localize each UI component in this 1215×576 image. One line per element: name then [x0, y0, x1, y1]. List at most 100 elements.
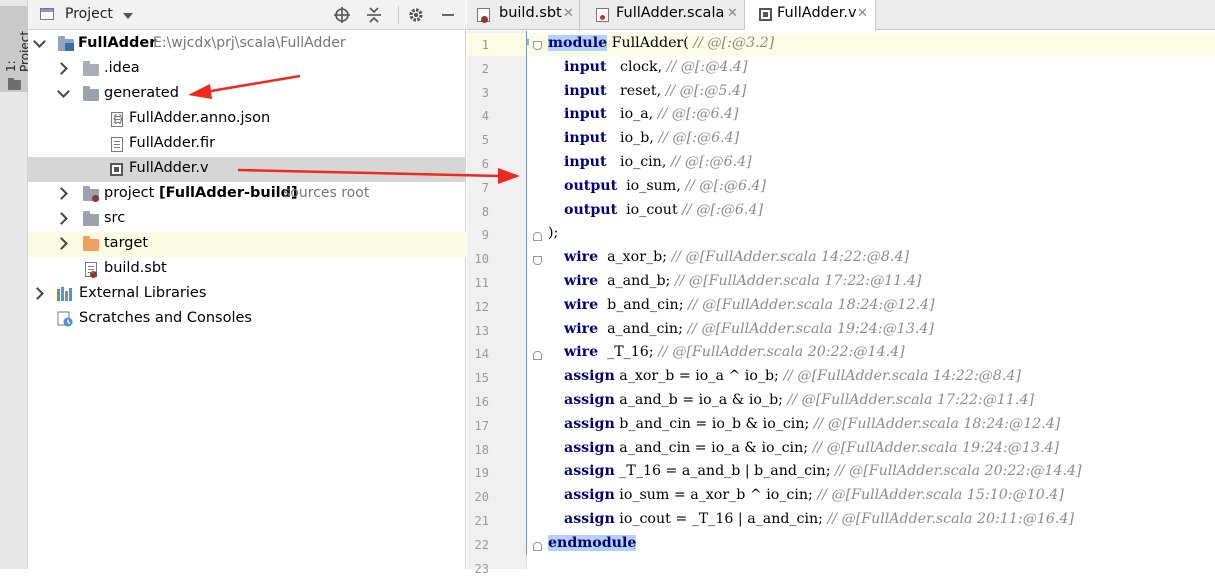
tree-item-external-libraries[interactable]: External Libraries	[28, 282, 466, 307]
code-text: a_and_b = io_a & io_b;	[614, 392, 788, 408]
tree-item-label-module: [FullAdder-build]	[158, 185, 298, 201]
line-number: 12	[474, 299, 489, 314]
code-editor[interactable]: 1 module FullAdder( // @[:@3.2] 2 input clo…	[467, 31, 1215, 576]
tab-fulladder-scala[interactable]: FullAdder.scala ✕	[580, 0, 745, 30]
tree-item-label: FullAdder.anno.json	[129, 110, 271, 126]
libraries-icon	[57, 287, 73, 301]
code-keyword: assign	[564, 511, 615, 527]
toolbar-separator	[398, 6, 399, 24]
code-text: io_cout	[617, 201, 683, 218]
code-keyword: input	[564, 82, 607, 99]
fold-marker-icon[interactable]	[533, 232, 542, 241]
tab-label: FullAdder.v	[777, 5, 857, 21]
tree-item-project[interactable]: project [FullAdder-build] sources root	[28, 182, 466, 207]
tree-item-fulladder-fir[interactable]: FullAdder.fir	[28, 132, 466, 157]
gear-icon[interactable]	[404, 3, 428, 27]
text-file-icon	[111, 137, 123, 152]
code-text: io_b,	[606, 130, 659, 147]
locate-target-icon[interactable]	[330, 3, 354, 27]
sbt-badge-icon	[481, 16, 488, 23]
tool-window-stripe: 1: Project	[0, 0, 32, 569]
fold-marker-icon[interactable]	[533, 41, 542, 50]
tree-item-generated[interactable]: generated	[28, 82, 466, 107]
chevron-down-icon[interactable]	[33, 35, 46, 48]
chevron-down-icon[interactable]	[57, 85, 70, 98]
close-icon[interactable]: ✕	[727, 6, 738, 21]
folder-icon	[83, 61, 99, 76]
project-view-icon	[40, 8, 54, 20]
line-number: 11	[474, 276, 489, 290]
module-folder-icon	[58, 36, 74, 51]
module-path-hint: E:\wjcdx\prj\scala\FullAdder	[153, 35, 346, 51]
code-text: a_and_cin;	[598, 320, 688, 337]
project-tool-window-button[interactable]: 1: Project	[0, 6, 32, 92]
chevron-right-icon[interactable]	[55, 62, 68, 75]
tree-item-idea[interactable]: .idea	[28, 57, 466, 82]
tab-fulladder-v[interactable]: FullAdder.v ✕	[745, 0, 876, 31]
tree-item-src[interactable]: src	[28, 207, 466, 232]
close-icon[interactable]: ✕	[857, 6, 868, 21]
tree-item-scratches-and-consoles[interactable]: Scratches and Consoles	[28, 307, 466, 332]
code-line: assign a_and_b = io_a & io_b; // @[FullA…	[564, 392, 1034, 408]
tree-item-label: External Libraries	[79, 285, 207, 301]
line-number: 14	[474, 347, 489, 362]
line-number: 15	[474, 371, 489, 386]
chevron-right-icon[interactable]	[31, 287, 44, 300]
excluded-folder-icon	[83, 236, 99, 251]
code-comment: // @[FullAdder.scala 20:22:@14.4]	[658, 344, 905, 361]
tree-item-fulladder-v[interactable]: FullAdder.v	[28, 157, 466, 182]
line-number: 18	[474, 442, 489, 457]
tree-item-label: Scratches and Consoles	[79, 310, 252, 326]
fold-marker-icon[interactable]	[533, 351, 542, 360]
code-line: wire a_and_b; // @[FullAdder.scala 17:22…	[564, 273, 921, 289]
tab-label: build.sbt	[499, 5, 562, 21]
code-keyword: input	[564, 58, 607, 75]
close-icon[interactable]: ✕	[563, 6, 574, 21]
chevron-down-icon[interactable]	[123, 13, 133, 19]
code-text: reset,	[606, 82, 666, 99]
verilog-file-icon	[110, 163, 123, 176]
code-line: output io_cout // @[:@6.4]	[564, 202, 763, 218]
tree-item-target[interactable]: target	[28, 232, 466, 257]
line-number: 6	[481, 157, 489, 171]
code-text: io_cout = _T_16 | a_and_cin;	[614, 511, 828, 527]
code-keyword: assign	[564, 487, 615, 504]
code-keyword: input	[564, 154, 607, 170]
project-view-selector[interactable]: Project	[65, 6, 113, 22]
fold-marker-icon[interactable]	[533, 542, 542, 551]
chevron-right-icon[interactable]	[55, 212, 68, 225]
block-guide	[526, 31, 527, 555]
code-keyword: output	[564, 201, 618, 218]
minimize-icon[interactable]	[436, 3, 460, 27]
tree-item-fulladder-anno-json[interactable]: {} FullAdder.anno.json	[28, 107, 466, 132]
tree-item-build-sbt[interactable]: build.sbt	[28, 257, 466, 282]
code-keyword: wire	[564, 249, 599, 266]
code-text: _T_16 = a_and_b | b_and_cin;	[614, 463, 835, 480]
tab-build-sbt[interactable]: build.sbt ✕	[467, 0, 580, 30]
sbt-badge-icon	[92, 195, 99, 202]
tree-item-fulladder[interactable]: FullAdder E:\wjcdx\prj\scala\FullAdder	[28, 32, 466, 57]
code-text: io_cin,	[606, 154, 671, 170]
code-text: io_sum = a_xor_b ^ io_cin;	[614, 487, 818, 504]
fold-marker-icon[interactable]	[533, 256, 542, 265]
line-number: 21	[474, 514, 489, 528]
scratches-icon	[57, 311, 73, 327]
code-comment: // @[FullAdder.scala 17:22:@11.4]	[787, 392, 1035, 408]
tree-item-label: project [FullAdder-build]	[104, 185, 298, 201]
collapse-all-icon[interactable]	[362, 3, 386, 27]
chevron-right-icon[interactable]	[55, 187, 68, 200]
chevron-right-icon[interactable]	[55, 237, 68, 250]
code-text: a_and_cin = io_a & io_cin;	[614, 439, 813, 456]
code-keyword: wire	[564, 296, 599, 313]
line-number: 17	[474, 418, 489, 433]
code-comment: // @[FullAdder.scala 18:24:@12.4]	[813, 415, 1061, 432]
code-text: a_xor_b = io_a ^ io_b;	[614, 368, 784, 385]
code-comment: // @[FullAdder.scala 15:10:@10.4]	[817, 487, 1064, 504]
code-keyword: assign	[564, 392, 615, 408]
code-comment: // @[:@6.4]	[670, 154, 752, 170]
code-keyword: assign	[564, 463, 615, 480]
code-keyword: assign	[564, 368, 615, 385]
editor-tab-bar: build.sbt ✕ FullAdder.scala ✕ FullAdder.…	[467, 0, 1215, 31]
verilog-file-icon	[759, 8, 772, 21]
tree-item-label: FullAdder.fir	[129, 135, 216, 151]
